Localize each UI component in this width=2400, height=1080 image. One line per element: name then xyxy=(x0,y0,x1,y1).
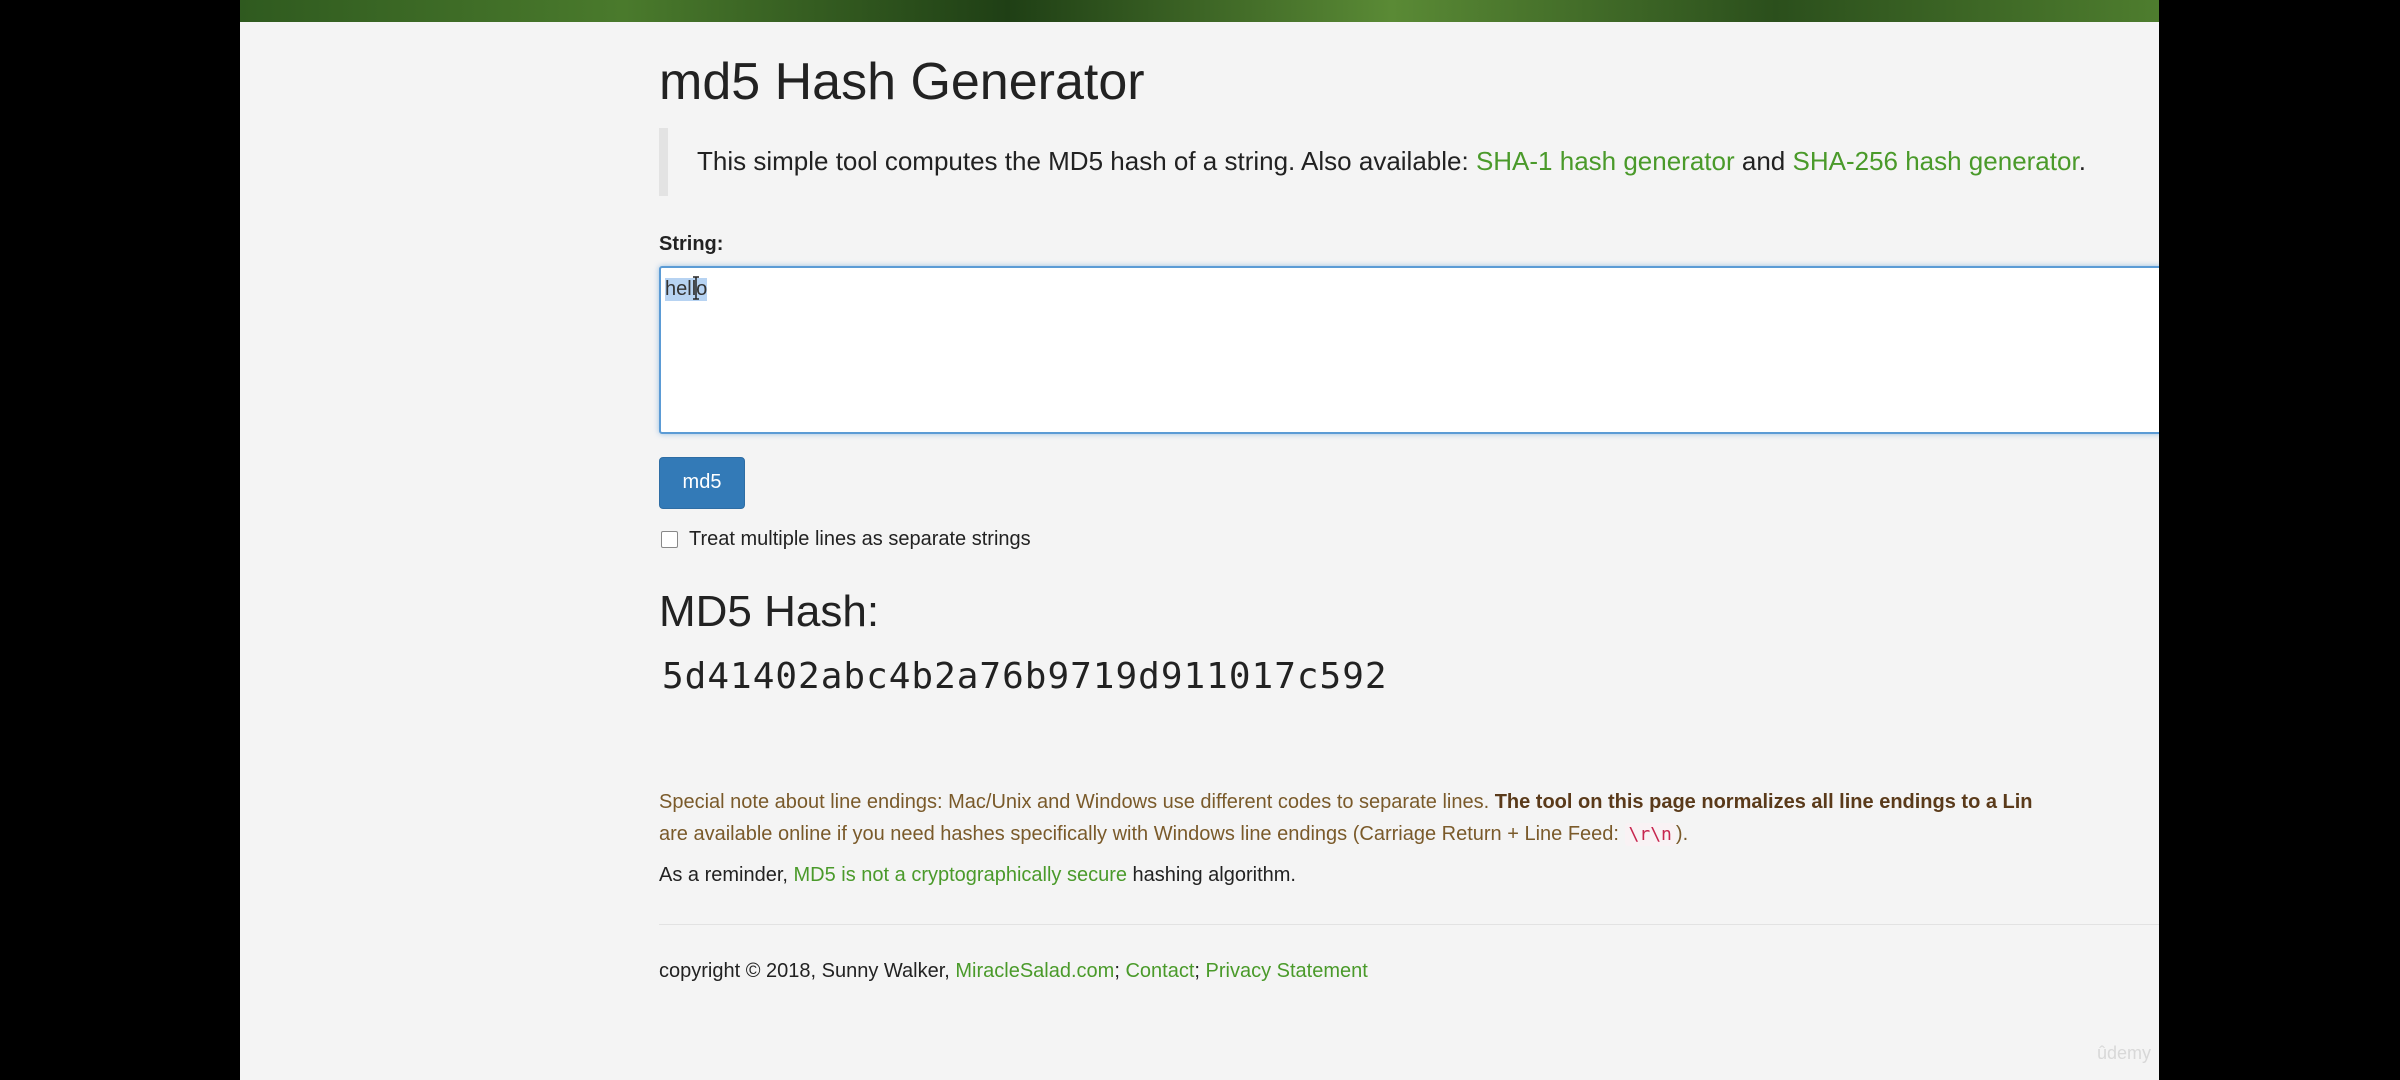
footer-sep-1: ; xyxy=(1114,960,1126,982)
line-endings-note: Special note about line endings: Mac/Uni… xyxy=(659,786,2159,851)
footer: copyright © 2018, Sunny Walker, MiracleS… xyxy=(659,960,1368,983)
intro-and: and xyxy=(1734,146,1793,176)
textarea-value: hello xyxy=(665,278,708,301)
intro-blockquote: This simple tool computes the MD5 hash o… xyxy=(659,128,2159,196)
miraclesalad-link[interactable]: MiracleSalad.com xyxy=(955,960,1114,982)
reminder-prefix: As a reminder, xyxy=(659,864,794,886)
multi-lines-checkbox[interactable] xyxy=(661,531,678,548)
hash-heading: MD5 Hash: xyxy=(659,587,880,636)
footer-sep-2: ; xyxy=(1194,960,1206,982)
udemy-watermark: ûdemy xyxy=(2096,1043,2151,1063)
privacy-link[interactable]: Privacy Statement xyxy=(1206,960,1368,982)
string-label: String: xyxy=(659,233,724,255)
string-textarea[interactable]: hello xyxy=(659,266,2159,434)
note-line-2: are available online if you need hashes … xyxy=(659,818,2159,851)
reminder-suffix: hashing algorithm. xyxy=(1127,864,1296,886)
intro-sentence: This simple tool computes the MD5 hash o… xyxy=(697,146,1476,176)
footer-divider xyxy=(659,924,2159,925)
note-bold: The tool on this page normalizes all lin… xyxy=(1494,791,2033,813)
multi-lines-label[interactable]: Treat multiple lines as separate strings xyxy=(689,528,1031,551)
intro-end: . xyxy=(2078,146,2086,176)
contact-link[interactable]: Contact xyxy=(1125,960,1194,982)
md5-insecure-link[interactable]: MD5 is not a cryptographically secure xyxy=(794,864,1127,886)
note-text-2: are available online if you need hashes … xyxy=(659,823,1625,845)
browser-viewport: md5 Hash Generator This simple tool comp… xyxy=(240,0,2159,1080)
md5-reminder: As a reminder, MD5 is not a cryptographi… xyxy=(659,864,1296,887)
md5-button[interactable]: md5 xyxy=(659,457,745,509)
sha1-link[interactable]: SHA-1 hash generator xyxy=(1476,146,1735,176)
note-end: ). xyxy=(1675,823,1689,845)
sha256-link[interactable]: SHA-256 hash generator xyxy=(1792,146,2078,176)
text-cursor-icon xyxy=(693,276,699,300)
crlf-code: \r\n xyxy=(1624,823,1676,846)
note-text-1: Special note about line endings: Mac/Uni… xyxy=(659,791,1495,813)
copyright-text: copyright © 2018, Sunny Walker, xyxy=(659,960,956,982)
hash-output: 5d41402abc4b2a76b9719d911017c592 xyxy=(662,656,1388,697)
page-title: md5 Hash Generator xyxy=(659,53,1145,111)
note-line-1: Special note about line endings: Mac/Uni… xyxy=(659,786,2159,818)
header-banner xyxy=(240,0,2159,22)
intro-text: This simple tool computes the MD5 hash o… xyxy=(697,146,2086,177)
